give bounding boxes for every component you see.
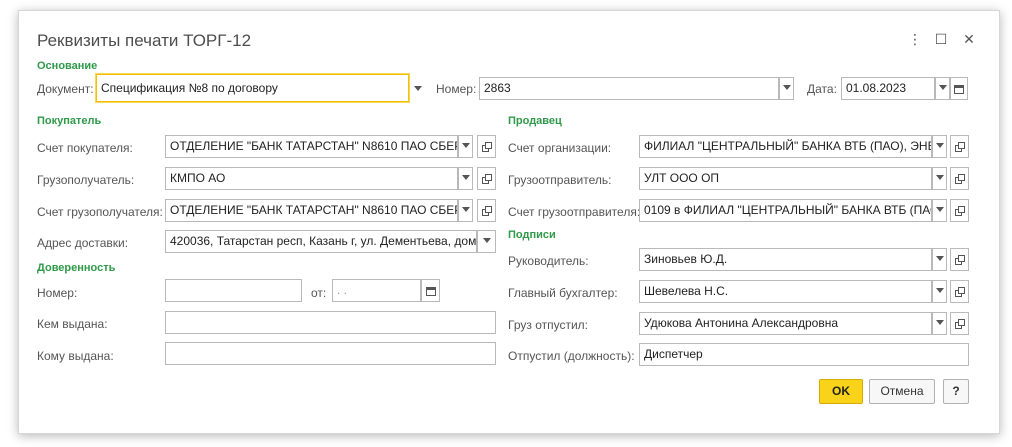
ok-button[interactable]: OK <box>819 379 863 404</box>
issued-by-field[interactable] <box>165 311 496 334</box>
cancel-button[interactable]: Отмена <box>869 379 935 404</box>
shipper-account-field[interactable]: 0109 в ФИЛИАЛ "ЦЕНТРАЛЬНЫЙ" БАНКА ВТБ (П… <box>639 199 932 222</box>
buyer-account-dropdown-icon[interactable] <box>458 135 473 158</box>
number-dropdown-icon[interactable] <box>779 77 794 100</box>
head-open-icon[interactable] <box>950 248 969 271</box>
section-buyer: Покупатель <box>37 115 102 127</box>
accountant-field[interactable]: Шевелева Н.С. <box>639 280 932 303</box>
delivery-address-field[interactable]: 420036, Татарстан респ, Казань г, ул. Де… <box>165 230 477 253</box>
consignee-open-icon[interactable] <box>477 167 496 190</box>
buyer-account-field[interactable]: ОТДЕЛЕНИЕ "БАНК ТАТАРСТАН" N8610 ПАО СБЕ… <box>165 135 458 158</box>
date-field[interactable]: 01.08.2023 <box>841 77 935 100</box>
shipper-label: Грузоотправитель: <box>508 173 612 187</box>
org-account-field[interactable]: ФИЛИАЛ "ЦЕНТРАЛЬНЫЙ" БАНКА ВТБ (ПАО), ЭН… <box>639 135 932 158</box>
document-field[interactable]: Спецификация №8 по договору <box>96 74 409 102</box>
print-requisites-dialog: Реквизиты печати ТОРГ-12 ⋮ ☐ ✕ Основание… <box>18 10 1000 434</box>
poa-from-label: от: <box>311 286 327 300</box>
shipper-open-icon[interactable] <box>950 167 969 190</box>
consignee-dropdown-icon[interactable] <box>458 167 473 190</box>
poa-number-field[interactable] <box>165 279 302 302</box>
date-label: Дата: <box>807 82 837 96</box>
consignee-label: Грузополучатель: <box>37 173 135 187</box>
released-position-label: Отпустил (должность): <box>508 349 635 363</box>
shipper-account-dropdown-icon[interactable] <box>932 199 947 222</box>
number-label: Номер: <box>436 82 477 96</box>
issued-to-label: Кому выдана: <box>37 349 114 363</box>
consignee-field[interactable]: КМПО АО <box>165 167 458 190</box>
consignee-account-open-icon[interactable] <box>477 199 496 222</box>
buyer-account-label: Счет покупателя: <box>37 141 133 155</box>
section-seller: Продавец <box>508 115 562 127</box>
maximize-icon[interactable]: ☐ <box>931 29 951 49</box>
section-basis: Основание <box>37 60 98 72</box>
issued-to-field[interactable] <box>165 342 496 365</box>
consignee-account-dropdown-icon[interactable] <box>458 199 473 222</box>
number-field[interactable]: 2863 <box>479 77 779 100</box>
released-label: Груз отпустил: <box>508 318 589 332</box>
consignee-account-field[interactable]: ОТДЕЛЕНИЕ "БАНК ТАТАРСТАН" N8610 ПАО СБЕ… <box>165 199 458 222</box>
document-dropdown-icon[interactable] <box>408 80 428 98</box>
released-dropdown-icon[interactable] <box>932 312 947 335</box>
help-button[interactable]: ? <box>943 379 969 404</box>
poa-number-label: Номер: <box>37 286 78 300</box>
released-field[interactable]: Удюкова Антонина Александровна <box>639 312 932 335</box>
calendar-icon[interactable] <box>950 77 968 100</box>
shipper-account-label: Счет грузоотправителя: <box>508 205 641 219</box>
head-label: Руководитель: <box>508 254 589 268</box>
org-account-dropdown-icon[interactable] <box>932 135 947 158</box>
shipper-dropdown-icon[interactable] <box>932 167 947 190</box>
accountant-label: Главный бухгалтер: <box>508 286 618 300</box>
delivery-address-dropdown-icon[interactable] <box>477 230 496 253</box>
delivery-address-label: Адрес доставки: <box>37 236 129 250</box>
section-signatures: Подписи <box>508 229 556 241</box>
shipper-field[interactable]: УЛТ ООО ОП <box>639 167 932 190</box>
issued-by-label: Кем выдана: <box>37 317 108 331</box>
released-open-icon[interactable] <box>950 312 969 335</box>
section-power-of-attorney: Доверенность <box>37 262 116 274</box>
head-field[interactable]: Зиновьев Ю.Д. <box>639 248 932 271</box>
dialog-title: Реквизиты печати ТОРГ-12 <box>37 31 252 50</box>
poa-calendar-icon[interactable] <box>421 279 440 302</box>
buyer-account-open-icon[interactable] <box>477 135 496 158</box>
consignee-account-label: Счет грузополучателя: <box>37 205 163 219</box>
poa-date-field[interactable]: . . <box>332 279 421 302</box>
org-account-open-icon[interactable] <box>950 135 969 158</box>
document-label: Документ: <box>37 82 94 96</box>
accountant-open-icon[interactable] <box>950 280 969 303</box>
head-dropdown-icon[interactable] <box>932 248 947 271</box>
close-icon[interactable]: ✕ <box>959 29 979 49</box>
accountant-dropdown-icon[interactable] <box>932 280 947 303</box>
shipper-account-open-icon[interactable] <box>950 199 969 222</box>
date-dropdown-icon[interactable] <box>935 77 950 100</box>
released-position-field[interactable]: Диспетчер <box>639 343 969 366</box>
org-account-label: Счет организации: <box>508 141 612 155</box>
more-menu-icon[interactable]: ⋮ <box>905 29 925 49</box>
